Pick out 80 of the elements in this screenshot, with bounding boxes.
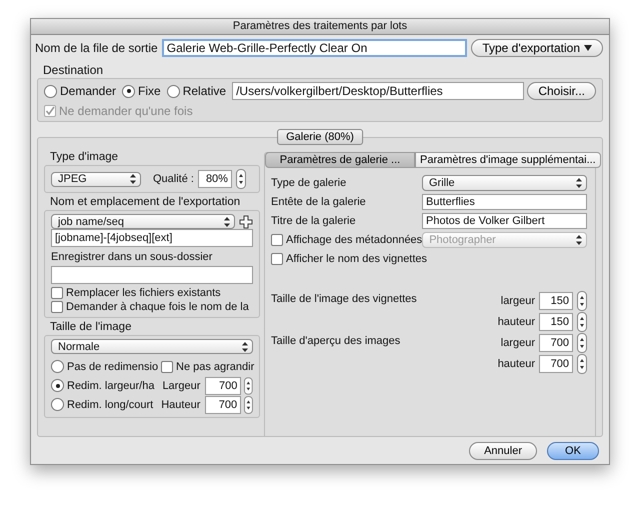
checkbox-label: Demander à chaque fois le nom de la xyxy=(66,301,249,313)
checkbox-label: Ne demander qu'une fois xyxy=(59,104,193,118)
section-heading: Destination xyxy=(43,63,104,77)
ok-button[interactable]: OK xyxy=(547,442,599,460)
radio-label: Pas de redimensio xyxy=(67,360,158,372)
radio-label: Demander xyxy=(60,84,116,98)
gallery-header-field[interactable]: Butterflies xyxy=(422,194,587,210)
tab[interactable]: Paramètres d'image supplémentai... xyxy=(415,152,601,168)
radio-button[interactable] xyxy=(51,360,64,373)
gallery-button[interactable]: Galerie (80%) xyxy=(277,129,363,145)
radio-button[interactable] xyxy=(166,84,180,98)
section-heading: Taille de l'image xyxy=(50,321,132,333)
up-down-arrows-icon xyxy=(224,216,230,226)
size-field[interactable]: 150 xyxy=(539,312,573,330)
field-label: Entête de la galerie xyxy=(271,196,366,208)
subfolder-field[interactable] xyxy=(51,266,253,284)
stepper[interactable] xyxy=(577,332,587,352)
plus-icon[interactable] xyxy=(239,214,253,228)
checkbox-label: Afficher le nom des vignettes xyxy=(286,252,428,264)
stepper[interactable] xyxy=(236,169,246,189)
checkbox[interactable] xyxy=(271,252,283,264)
checkbox-label: Affichage des métadonnées xyxy=(286,234,422,246)
radio-button[interactable] xyxy=(122,84,136,98)
field-label: hauteur xyxy=(498,316,535,328)
dimension-field[interactable]: 700 xyxy=(205,396,242,414)
size-select[interactable]: Normale xyxy=(51,339,253,354)
field-label: Largeur xyxy=(162,380,202,392)
up-down-arrows-icon xyxy=(576,234,582,244)
pattern-select[interactable]: job name/seq xyxy=(51,214,235,229)
dimension-field[interactable]: 700 xyxy=(205,376,242,394)
format-select[interactable]: JPEG xyxy=(51,172,141,186)
field-label: Taille d'aperçu des images xyxy=(271,334,400,347)
tab[interactable]: Paramètres de galerie ... xyxy=(265,152,415,168)
cancel-button[interactable]: Annuler xyxy=(469,442,537,460)
stepper[interactable] xyxy=(577,354,587,374)
stepper[interactable] xyxy=(577,290,587,310)
field-label: Qualité : xyxy=(153,173,194,185)
radio-button[interactable] xyxy=(51,398,64,411)
export-type-button[interactable]: Type d'exportation xyxy=(471,39,603,57)
section-heading: Nom et emplacement de l'exportation xyxy=(50,196,240,208)
section-heading: Type d'image xyxy=(50,151,118,163)
window-title: Paramètres des traitements par lots xyxy=(232,20,408,32)
stepper[interactable] xyxy=(577,312,587,332)
field-label: Taille de l'image des vignettes xyxy=(271,292,417,305)
field-label: Type de galerie xyxy=(271,176,346,188)
stepper[interactable] xyxy=(244,394,253,414)
field-label: Hauteur xyxy=(161,398,202,410)
gallery-type-select[interactable]: Grille xyxy=(422,174,587,190)
checkbox[interactable] xyxy=(51,301,63,313)
up-down-arrows-icon xyxy=(242,342,248,352)
field-label: Enregistrer dans un sous-dossier xyxy=(51,251,212,263)
field-label: Titre de la galerie xyxy=(271,214,356,226)
radio-button[interactable] xyxy=(51,379,64,392)
checkbox[interactable] xyxy=(51,287,63,299)
size-field[interactable]: 150 xyxy=(539,292,573,310)
field-label: largeur xyxy=(500,336,535,348)
checkbox[interactable] xyxy=(271,234,283,246)
radio-label: Redim. largeur/ha xyxy=(67,380,154,392)
checkbox[interactable] xyxy=(161,360,173,372)
radio-label: Fixe xyxy=(138,84,161,98)
size-field[interactable]: 700 xyxy=(539,334,573,352)
stepper[interactable] xyxy=(244,376,253,396)
field-label: largeur xyxy=(500,294,535,306)
up-down-arrows-icon xyxy=(576,178,582,188)
radio-label: Relative xyxy=(182,84,226,98)
pattern-field[interactable]: [jobname]-[4jobseq][ext] xyxy=(51,229,253,247)
gallery-title-field[interactable]: Photos de Volker Gilbert xyxy=(422,212,587,228)
field-label: hauteur xyxy=(498,358,535,370)
field-label: Nom de la file de sortie xyxy=(35,41,158,55)
checkbox-label: Ne pas agrandir xyxy=(176,360,254,372)
size-field[interactable]: 700 xyxy=(539,354,573,372)
output-name-field[interactable]: Galerie Web-Grille-Perfectly Clear On xyxy=(162,39,468,57)
choose-button[interactable]: Choisir... xyxy=(527,82,596,100)
path-field[interactable]: /Users/volkergilbert/Desktop/Butterflies xyxy=(232,82,524,100)
checkbox-label: Remplacer les fichiers existants xyxy=(66,287,221,299)
up-down-arrows-icon xyxy=(130,174,136,184)
quality-field[interactable]: 80% xyxy=(198,170,232,188)
dropdown-arrow-icon xyxy=(584,45,592,51)
radio-button[interactable] xyxy=(44,84,57,98)
radio-label: Redim. long/court xyxy=(67,398,154,410)
